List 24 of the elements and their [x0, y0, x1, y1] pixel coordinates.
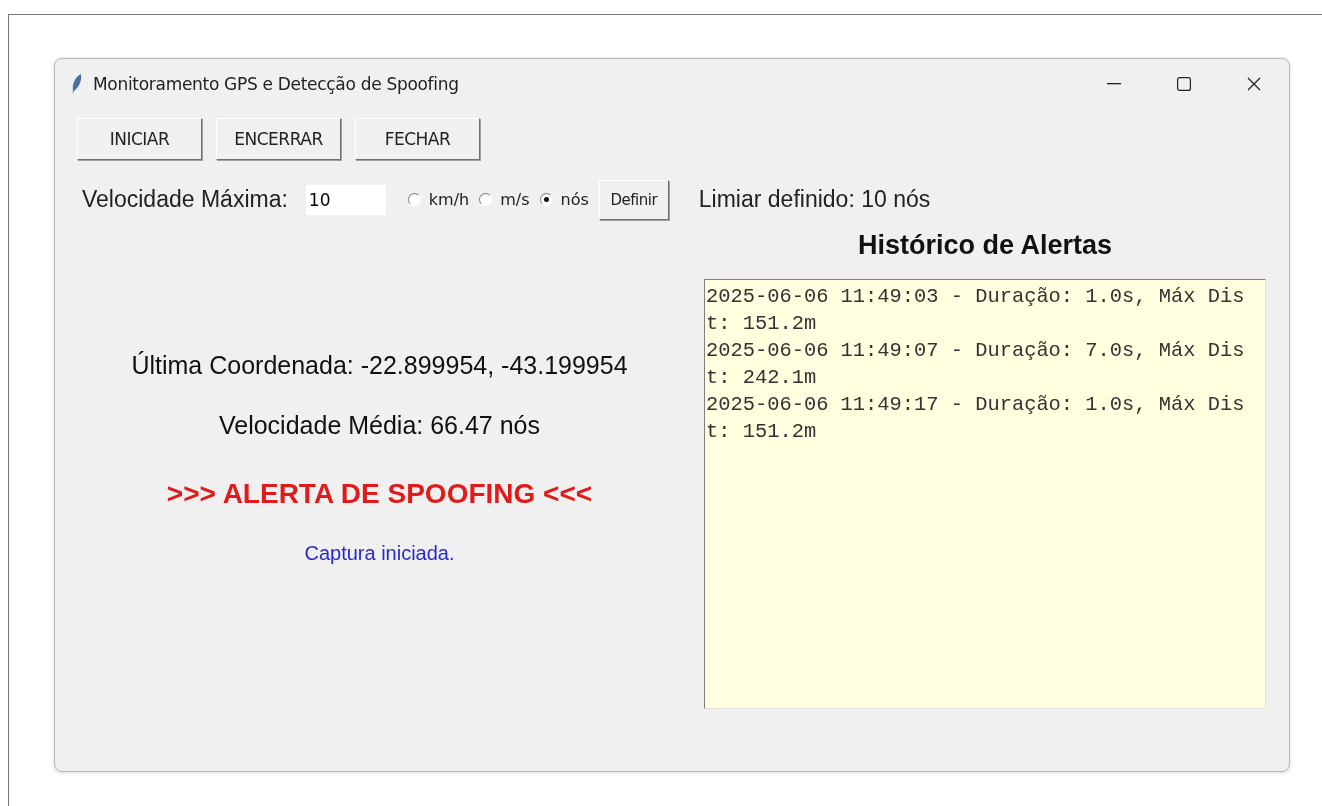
threshold-status: Limiar definido: 10 nós [698, 186, 931, 213]
action-button[interactable]: INICIAR [77, 118, 202, 160]
radio-button[interactable] [407, 193, 421, 206]
max-speed-label: Velocidade Máxima: [82, 186, 288, 213]
radio-label[interactable]: nós [560, 190, 589, 209]
history-title: Histórico de Alertas [857, 230, 1113, 261]
action-button[interactable]: ENCERRAR [216, 118, 341, 160]
radio-label[interactable]: m/s [500, 190, 530, 209]
radio-label[interactable]: km/h [428, 190, 470, 209]
log-entry: 2025-06-06 11:49:07 - Duração: 7.0s, Máx Dist: 242.1m [706, 338, 1246, 391]
radio-button[interactable] [539, 193, 553, 206]
status-text: Velocidade Média: 66.47 nós [218, 411, 541, 440]
define-button[interactable]: Definir [598, 179, 669, 220]
radio-button[interactable] [479, 193, 493, 206]
action-button[interactable]: FECHAR [355, 118, 480, 160]
status-message: Captura iniciada. [304, 542, 455, 565]
alert-text: >>> ALERTA DE SPOOFING <<< [166, 478, 593, 510]
log-entry: 2025-06-06 11:49:03 - Duração: 1.0s, Máx Dist: 151.2m [706, 284, 1246, 337]
log-entry: 2025-06-06 11:49:17 - Duração: 1.0s, Máx Dist: 151.2m [706, 392, 1246, 445]
alert-history-box[interactable]: 2025-06-06 11:49:03 - Duração: 1.0s, Máx Dist: 151.2m 2025-06-06 11:49:07 - Duração: 7.0s, Máx Dist: 242.1m 2025-06-06 11:49:17 - Duração: 1.0s, Máx Dist: 151.2m [704, 279, 1266, 709]
status-text: Última Coordenada: -22.899954, -43.199954 [131, 351, 628, 380]
window-title: Monitoramento GPS e Detecção de Spoofing [93, 74, 460, 94]
feather-icon [71, 73, 83, 95]
max-speed-field[interactable]: 10 [305, 184, 386, 215]
